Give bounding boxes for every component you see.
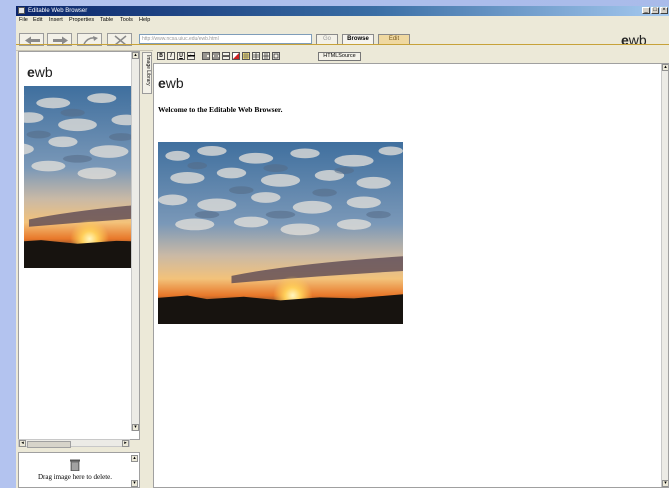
page-sunset-photo — [158, 142, 403, 324]
scroll-down-icon[interactable]: ▾ — [132, 424, 139, 431]
ewb-logo: ewb — [621, 32, 647, 48]
menu-tools[interactable]: Tools — [120, 16, 133, 25]
horizontal-rule-icon — [223, 55, 229, 57]
image-library-tab[interactable]: Image Library — [142, 52, 152, 94]
menu-properties[interactable]: Properties — [69, 16, 94, 25]
browser-window: Editable Web Browser _ □ × File Edit Ins… — [16, 6, 669, 488]
menu-file[interactable]: File — [19, 16, 28, 25]
insert-image-button[interactable] — [232, 52, 240, 60]
image-library-panel: ewb ▴ ▾ — [18, 51, 140, 440]
html-source-button[interactable]: HTMLSource — [318, 52, 361, 61]
menu-bar: File Edit Insert Properties Table Tools … — [16, 16, 669, 25]
trash-can-icon — [70, 459, 80, 471]
table-column-icon — [263, 53, 269, 59]
editor-vertical-scrollbar[interactable]: ▴ ▾ — [661, 64, 668, 487]
scroll-right-icon[interactable]: ▸ — [122, 440, 129, 447]
library-ewb-logo: ewb — [27, 64, 53, 80]
trash-scroll-up-icon[interactable]: ▴ — [131, 455, 138, 462]
align-center-icon — [213, 53, 219, 59]
maximize-button[interactable]: □ — [651, 7, 659, 14]
menu-insert[interactable]: Insert — [49, 16, 63, 25]
horizontal-scroll-thumb[interactable] — [27, 441, 71, 448]
insert-table-button[interactable] — [242, 52, 250, 60]
image-icon — [233, 53, 239, 59]
horizontal-rule-button[interactable] — [222, 52, 230, 60]
library-horizontal-scrollbar[interactable]: ◂ ▸ — [18, 439, 130, 448]
insert-column-button[interactable] — [262, 52, 270, 60]
app-icon — [18, 7, 25, 14]
trash-scroll-down-icon[interactable]: ▾ — [131, 480, 138, 487]
strikethrough-button[interactable]: abc — [187, 52, 195, 60]
editor-scroll-up-icon[interactable]: ▴ — [662, 64, 668, 71]
page-sunset-image[interactable] — [158, 142, 403, 324]
toolbar-divider — [16, 44, 669, 45]
menu-table[interactable]: Table — [100, 16, 113, 25]
url-input[interactable]: http://www.ncsa.uiuc.edu/ewb.html — [139, 34, 312, 44]
table-icon — [243, 53, 249, 59]
reload-arrow-icon — [83, 36, 98, 45]
bold-button[interactable]: B — [157, 52, 165, 60]
navigation-toolbar: http://www.ncsa.uiuc.edu/ewb.html Go Bro… — [16, 25, 669, 51]
underline-button[interactable]: U — [177, 52, 185, 60]
forward-arrow-icon — [53, 36, 68, 45]
welcome-text[interactable]: Welcome to the Editable Web Browser. — [158, 105, 282, 114]
insert-row-button[interactable] — [252, 52, 260, 60]
trash-drop-zone[interactable]: Drag image here to delete. ▴ ▾ — [18, 452, 140, 488]
insert-cell-button[interactable] — [272, 52, 280, 60]
table-cell-icon — [273, 53, 279, 59]
editor-scroll-down-icon[interactable]: ▾ — [662, 480, 668, 487]
page-ewb-logo: ewb — [158, 75, 184, 91]
stop-x-icon — [114, 35, 127, 46]
menu-edit[interactable]: Edit — [33, 16, 42, 25]
scroll-up-icon[interactable]: ▴ — [132, 52, 139, 59]
align-left-icon — [203, 53, 209, 59]
scroll-left-icon[interactable]: ◂ — [19, 440, 26, 447]
close-window-button[interactable]: × — [660, 7, 668, 14]
align-left-button[interactable] — [202, 52, 210, 60]
table-row-icon — [253, 53, 259, 59]
library-vertical-scrollbar[interactable]: ▴ ▾ — [131, 52, 139, 431]
italic-button[interactable]: I — [167, 52, 175, 60]
trash-label: Drag image here to delete. — [37, 473, 113, 481]
editable-page-area[interactable]: ewb Welcome to the Editable Web Browser.… — [153, 63, 669, 488]
library-sunset-image[interactable] — [24, 86, 131, 268]
window-title: Editable Web Browser — [28, 8, 88, 14]
format-toolbar: B I U abc HTMLSource — [153, 50, 669, 63]
library-sunset-photo — [24, 86, 131, 268]
menu-help[interactable]: Help — [139, 16, 150, 25]
back-arrow-icon — [25, 36, 40, 45]
align-center-button[interactable] — [212, 52, 220, 60]
minimize-button[interactable]: _ — [642, 7, 650, 14]
title-bar: Editable Web Browser _ □ × — [16, 6, 669, 16]
